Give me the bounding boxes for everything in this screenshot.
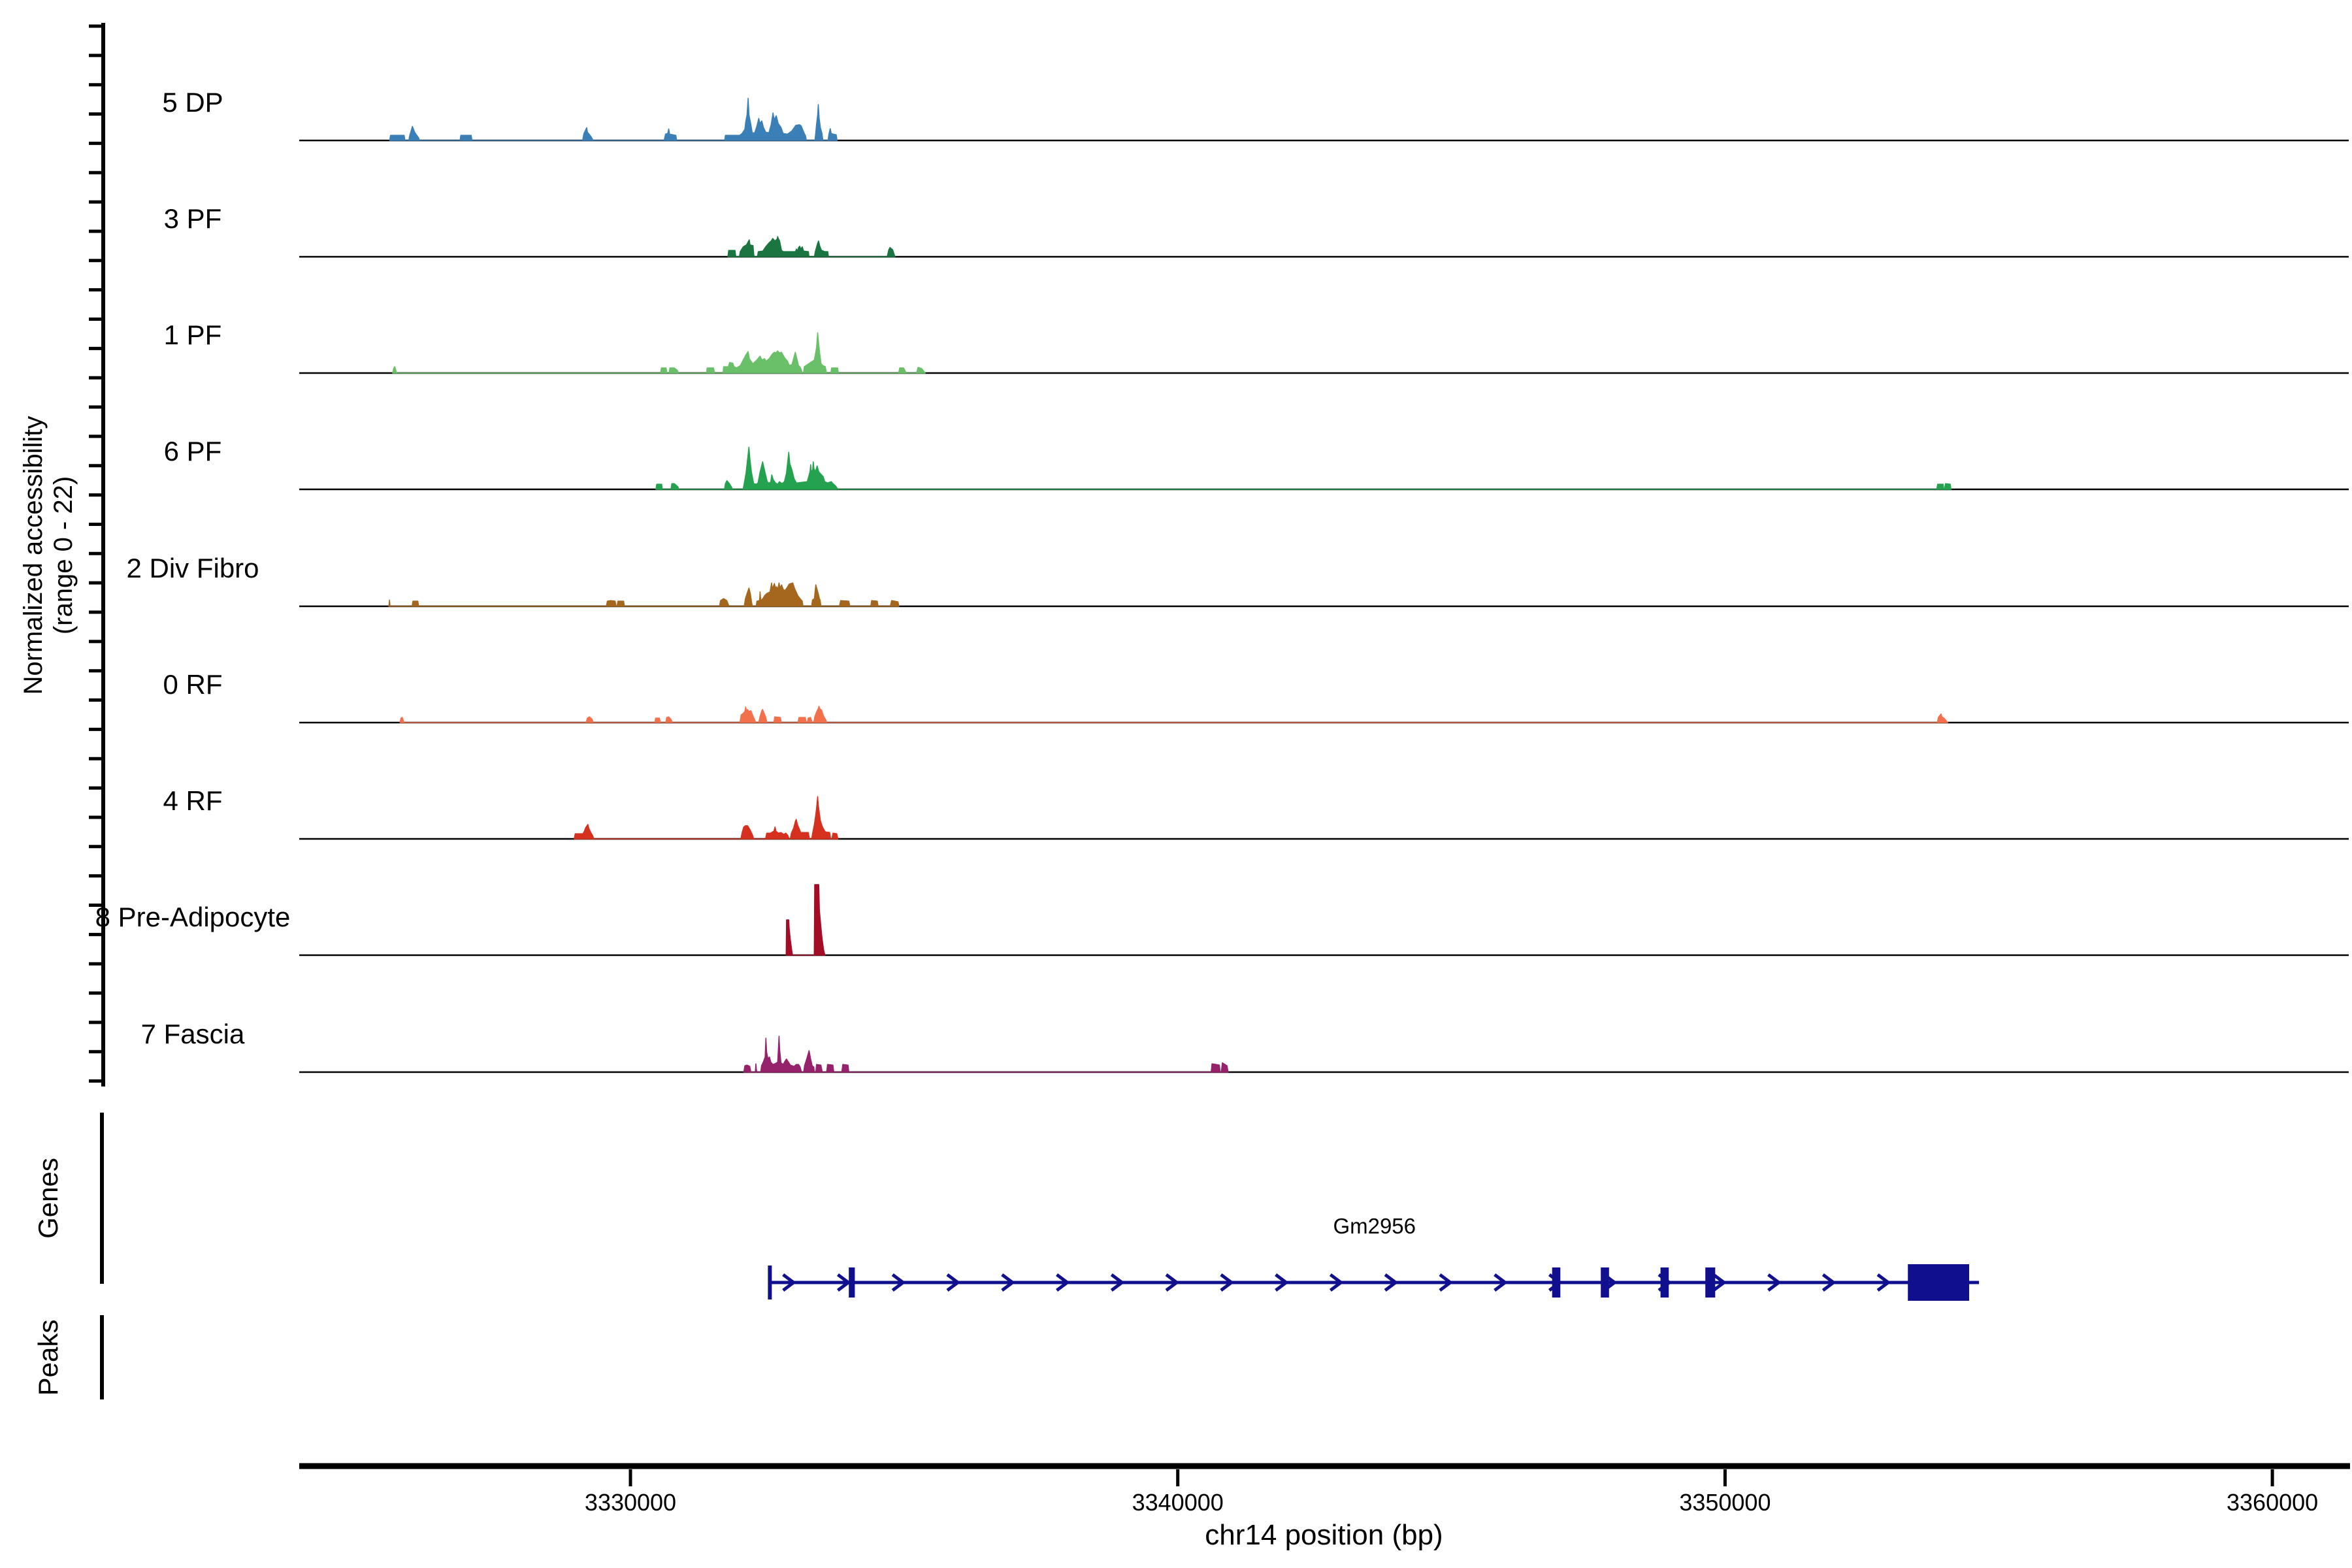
track-label-6-pf: 6 PF: [164, 436, 222, 466]
coverage-signal-7-fascia: [743, 1036, 1228, 1072]
track-label-5-dp: 5 DP: [162, 87, 223, 118]
y-axis-title-line1: Normalized accessibility: [19, 416, 48, 695]
x-axis-tick-label: 3340000: [1132, 1489, 1224, 1516]
gene-exon-5: [1705, 1267, 1715, 1298]
track-label-7-fascia: 7 Fascia: [141, 1019, 245, 1049]
x-axis-tick-label: 3330000: [585, 1489, 676, 1516]
track-label-3-pf: 3 PF: [164, 203, 222, 234]
track-label-1-pf: 1 PF: [164, 319, 222, 350]
gene-start-tick: [768, 1266, 772, 1299]
gene-exon-1: [849, 1267, 855, 1298]
genes-section-label: Genes: [33, 1158, 63, 1239]
track-label-2-div-fibro: 2 Div Fibro: [126, 553, 259, 583]
x-axis-tick-label: 3360000: [2227, 1489, 2318, 1516]
coverage-signal-1-pf: [393, 333, 925, 373]
x-axis-tick-label: 3350000: [1679, 1489, 1771, 1516]
peaks-section-label: Peaks: [33, 1320, 63, 1396]
x-axis-title: chr14 position (bp): [1205, 1519, 1443, 1551]
coverage-signal-0-rf: [400, 706, 1948, 723]
gene-terminal-exon: [1908, 1264, 1969, 1301]
track-label-8-pre-adipocyte: 8 Pre-Adipocyte: [95, 902, 291, 932]
gene-exon-2: [1552, 1267, 1561, 1298]
coverage-signal-6-pf: [656, 447, 1951, 489]
genome-coverage-plot: Normalized accessibility(range 0 - 22) 5 …: [0, 0, 2352, 1568]
coverage-signal-5-dp: [389, 98, 837, 140]
coverage-signal-2-div-fibro: [389, 583, 899, 606]
coverage-signal-4-rf: [574, 796, 838, 839]
gene-name-label: Gm2956: [1333, 1214, 1416, 1238]
track-label-0-rf: 0 RF: [163, 669, 222, 700]
coverage-signal-8-pre-adipocyte: [786, 885, 825, 955]
gene-exon-4: [1661, 1267, 1669, 1298]
track-label-4-rf: 4 RF: [163, 785, 222, 816]
coverage-signal-3-pf: [728, 237, 895, 257]
gene-exon-3: [1601, 1267, 1609, 1298]
y-axis-title-line2: (range 0 - 22): [49, 476, 78, 634]
